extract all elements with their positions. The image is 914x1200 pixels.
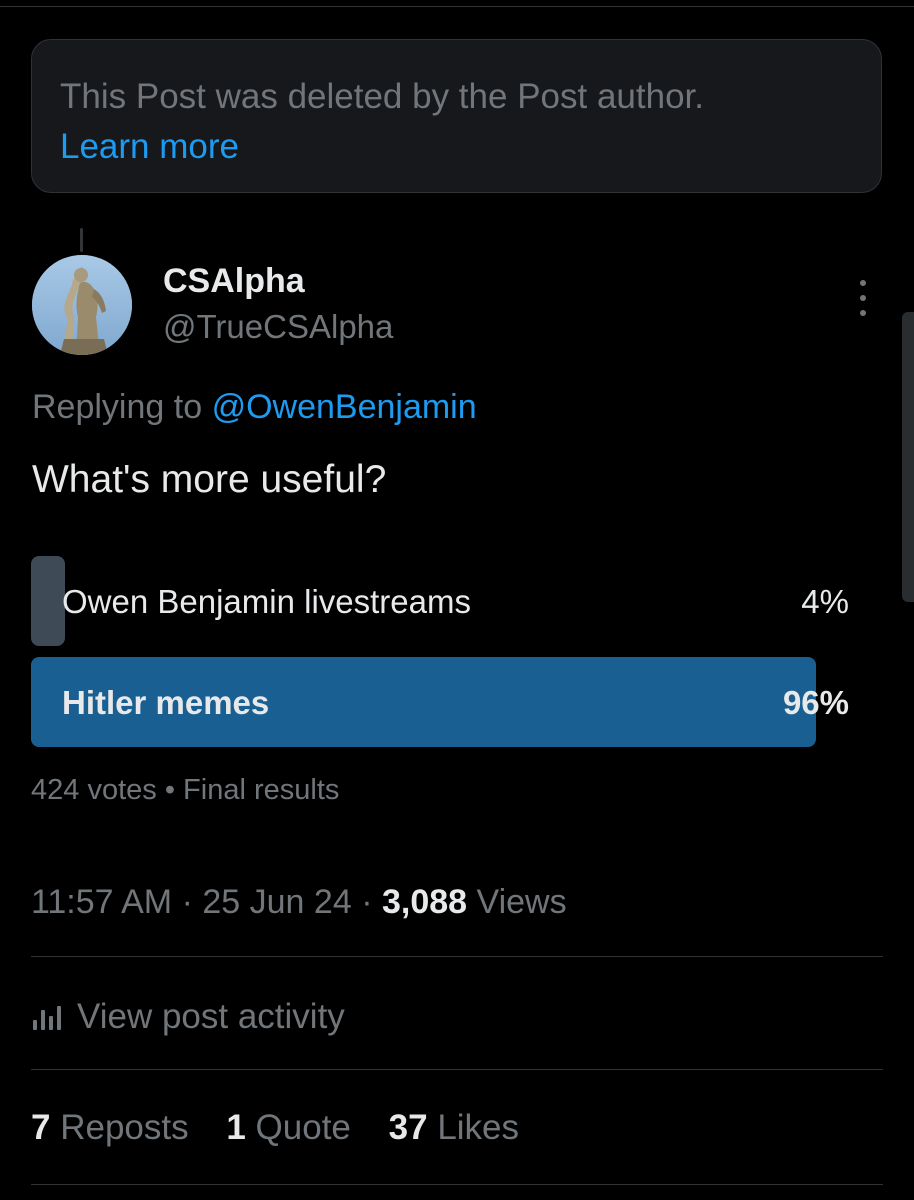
views-count: 3,088 <box>381 883 468 921</box>
poll-option-percent: 96% <box>782 684 849 721</box>
view-post-activity-label: View post activity <box>77 997 345 1036</box>
reposts-count: 7 <box>31 1108 51 1147</box>
replying-to-mention[interactable]: @OwenBenjamin <box>212 388 477 426</box>
divider <box>31 1069 883 1070</box>
likes-count: 37 <box>388 1108 428 1147</box>
reposts-label: Reposts <box>60 1108 189 1147</box>
bar-chart-bar <box>33 1020 37 1030</box>
poll-votes: 424 votes <box>31 774 157 806</box>
poll-status: Final results <box>183 774 340 806</box>
more-dot <box>860 280 866 286</box>
likes-stat[interactable]: 37 Likes <box>389 1108 519 1147</box>
display-name[interactable]: CSAlpha <box>163 262 305 301</box>
post-date[interactable]: 25 Jun 24 <box>202 883 351 921</box>
user-handle[interactable]: @TrueCSAlpha <box>163 308 393 346</box>
avatar[interactable] <box>32 255 132 355</box>
learn-more-link[interactable]: Learn more <box>60 124 881 170</box>
more-dot <box>860 310 866 316</box>
deleted-notice-text: This Post was deleted by the Post author… <box>60 77 704 116</box>
replying-prefix: Replying to <box>32 388 203 426</box>
divider <box>31 1184 883 1185</box>
replying-to-line: Replying to @OwenBenjamin <box>32 388 477 427</box>
view-post-activity-button[interactable]: View post activity <box>33 995 345 1039</box>
bar-chart-icon <box>33 1004 63 1030</box>
poll-option-label: Hitler memes <box>62 684 270 721</box>
poll-option-winner: Hitler memes 96% <box>31 657 849 747</box>
poll-option-percent: 4% <box>801 583 849 620</box>
reposts-stat[interactable]: 7 Reposts <box>31 1108 198 1147</box>
engagement-stats: 7 Reposts 1 Quote 37 Likes <box>31 1108 547 1148</box>
poll-separator: • <box>164 774 175 806</box>
poll-summary: 424 votes • Final results <box>31 774 339 807</box>
quotes-stat[interactable]: 1 Quote <box>226 1108 360 1147</box>
thread-connector-line <box>80 228 83 252</box>
likes-label: Likes <box>437 1108 520 1147</box>
quotes-count: 1 <box>226 1108 246 1147</box>
divider <box>31 956 883 957</box>
bar-chart-bar <box>49 1016 53 1030</box>
post-timestamp: 11:57 AM · 25 Jun 24 · 3,088 Views <box>31 883 567 922</box>
quotes-label: Quote <box>255 1108 351 1147</box>
meta-separator: · <box>361 883 373 921</box>
top-divider <box>0 6 914 7</box>
bar-chart-bar <box>57 1006 61 1030</box>
more-dot <box>860 295 866 301</box>
poll-option-label: Owen Benjamin livestreams <box>62 583 471 620</box>
post-time[interactable]: 11:57 AM <box>31 883 172 921</box>
poll-result-bar <box>31 556 65 646</box>
bar-chart-bar <box>41 1010 45 1030</box>
poll-option: Owen Benjamin livestreams 4% <box>31 556 849 646</box>
meta-separator: · <box>181 883 193 921</box>
views-label: Views <box>476 883 567 921</box>
scrollbar-thumb[interactable] <box>902 312 914 602</box>
post-text: What's more useful? <box>32 458 387 501</box>
more-options-icon[interactable] <box>846 280 880 316</box>
deleted-post-notice: This Post was deleted by the Post author… <box>31 39 882 193</box>
statue-avatar-icon <box>32 255 132 355</box>
